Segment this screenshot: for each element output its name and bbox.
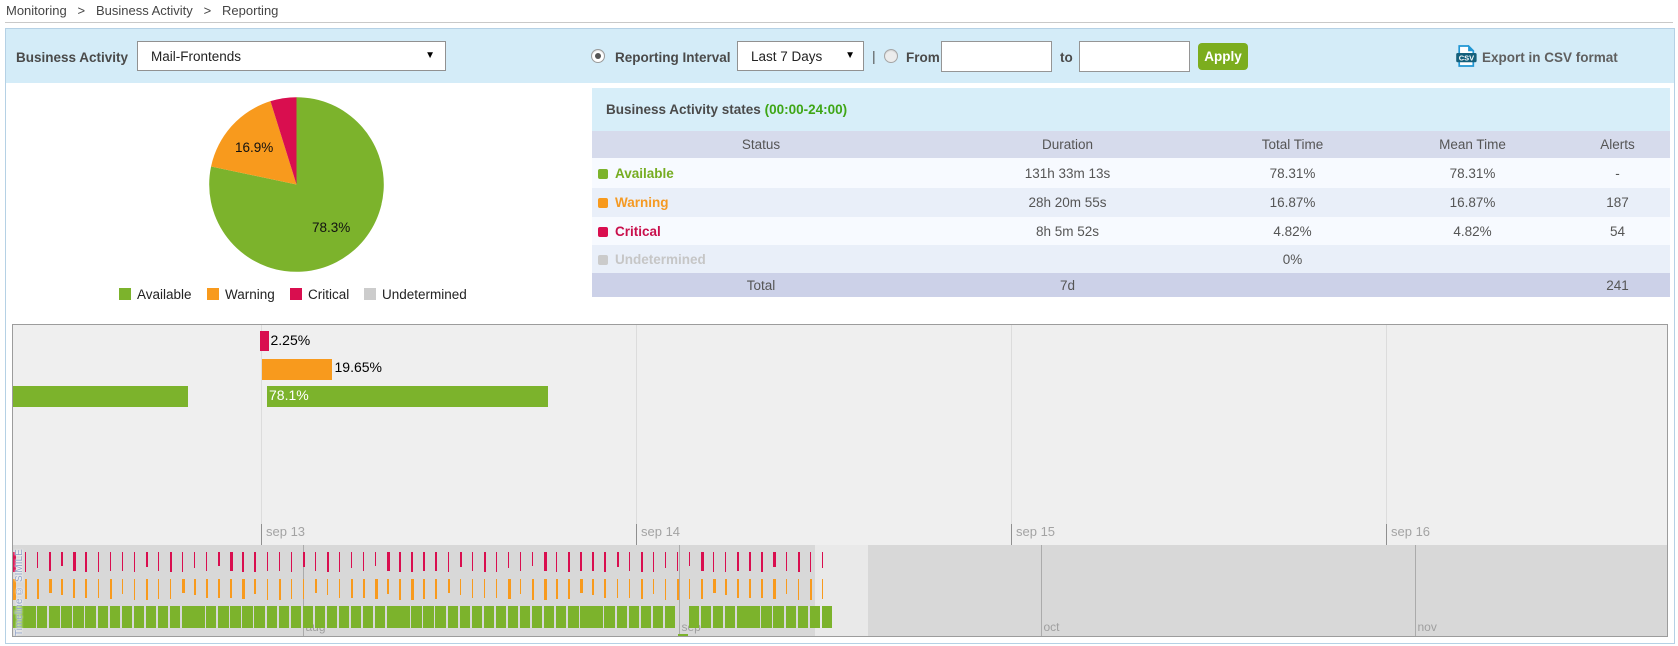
svg-text:CSV: CSV <box>1459 53 1474 62</box>
